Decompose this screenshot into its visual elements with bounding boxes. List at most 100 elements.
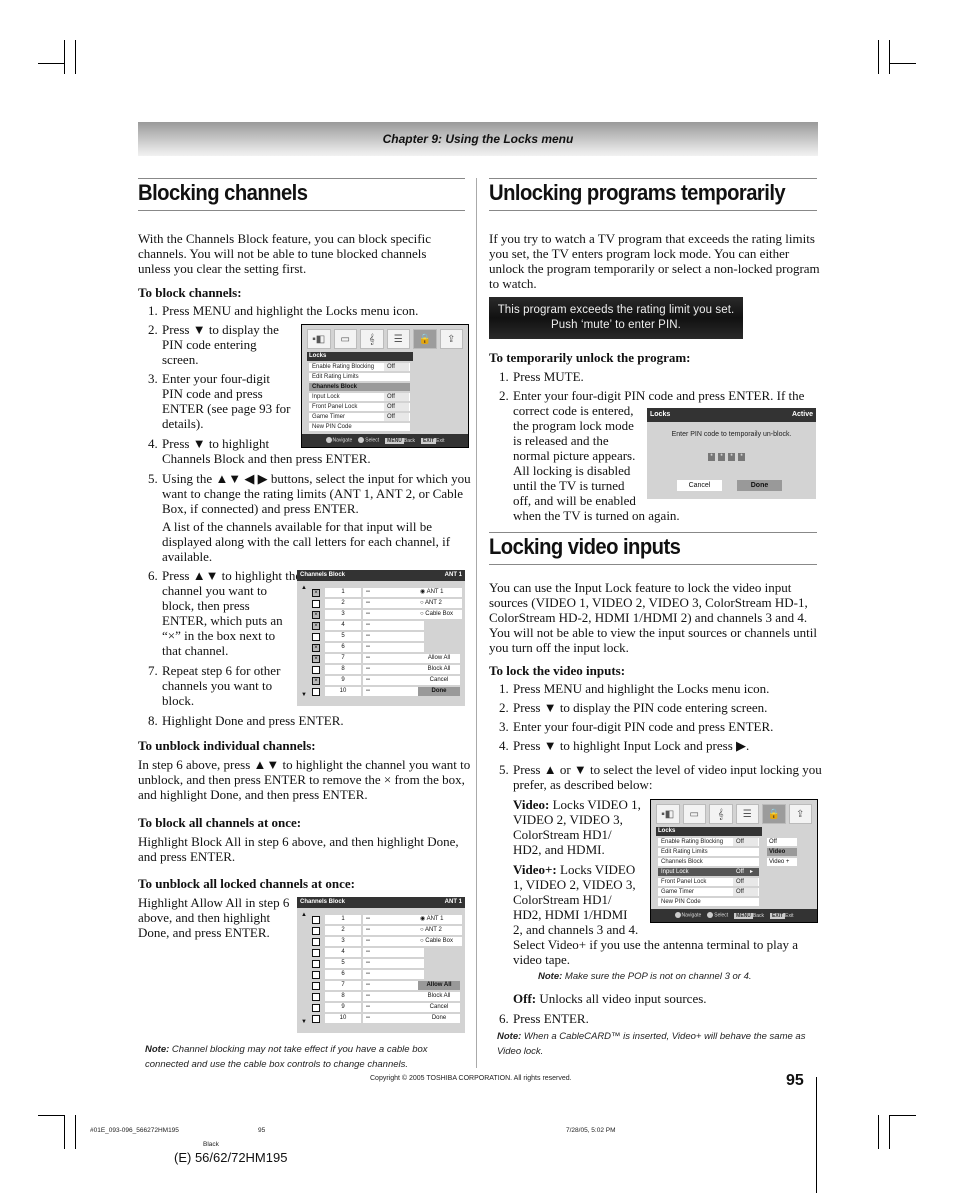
audio-icon[interactable]: ▭ — [682, 804, 706, 824]
action-button-block-all[interactable]: Block All — [418, 992, 460, 1001]
navigate-label: Navigate — [681, 912, 702, 919]
pin-digit[interactable]: * — [718, 453, 725, 461]
channel-checkbox[interactable] — [312, 1015, 320, 1023]
channel-checkbox[interactable] — [312, 993, 320, 1001]
action-button-allow-all[interactable]: Allow All — [418, 981, 460, 990]
pin-input[interactable]: * * * * — [708, 453, 745, 461]
pin-digit[interactable]: * — [708, 453, 715, 461]
step-text-line: Press ▼ to display the PIN code entering… — [513, 700, 768, 715]
music-icon[interactable]: 𝄞 — [709, 804, 733, 824]
menu-item[interactable]: Input Lock Off — [309, 393, 410, 401]
note-text-2: connected and use the cable box controls… — [145, 1059, 409, 1070]
channel-checkbox[interactable]: × — [312, 644, 320, 652]
input-option-label: ANT 2 — [424, 600, 442, 606]
menu-item[interactable]: Edit Rating Limits — [309, 373, 410, 381]
title-rule-top — [489, 178, 817, 179]
action-button-done[interactable]: Done — [418, 1014, 460, 1023]
applications-icon[interactable]: ⇪ — [439, 329, 463, 349]
off-label: Off: — [513, 991, 537, 1006]
channel-checkbox[interactable]: × — [312, 677, 320, 685]
select-label: Select — [365, 437, 380, 444]
applications-icon[interactable]: ⇪ — [788, 804, 812, 824]
pin-cancel-button[interactable]: Cancel — [677, 480, 722, 491]
pin-digit[interactable]: * — [728, 453, 735, 461]
input-option[interactable]: ◉ ANT 1 — [418, 915, 462, 924]
step-text-line: want to change the rating limits (ANT 1,… — [162, 486, 463, 501]
channel-checkbox[interactable] — [312, 938, 320, 946]
action-button-cancel[interactable]: Cancel — [418, 676, 460, 685]
menu-item[interactable]: New PIN Code — [658, 898, 759, 906]
input-lock-option[interactable]: Video + — [767, 858, 797, 866]
banner-line-1: This program exceeds the rating limit yo… — [497, 304, 735, 316]
menu-item[interactable]: Front Panel Lock Off — [658, 878, 759, 886]
channel-checkbox[interactable] — [312, 600, 320, 608]
channel-number: 9 — [325, 676, 361, 685]
channels-block-header: Channels Block ANT 1 — [297, 570, 465, 581]
to-block-heading: To block channels: — [138, 285, 242, 300]
menu-item[interactable]: Input Lock Off ▸ — [658, 868, 759, 876]
channel-checkbox[interactable] — [312, 982, 320, 990]
audio-icon[interactable]: ▭ — [333, 329, 357, 349]
channel-checkbox[interactable] — [312, 633, 320, 641]
action-button-cancel[interactable]: Cancel — [418, 1003, 460, 1012]
input-lock-option[interactable]: Off — [767, 838, 797, 846]
lock-icon[interactable]: 🔒 — [762, 804, 786, 824]
menu-item[interactable]: Front Panel Lock Off — [309, 403, 410, 411]
channel-number: 7 — [325, 654, 361, 663]
text-line: and highlight Done, and then press ENTER… — [138, 787, 368, 802]
channel-checkbox[interactable] — [312, 1004, 320, 1012]
channel-checkbox[interactable] — [312, 916, 320, 924]
channel-checkbox[interactable]: × — [312, 622, 320, 630]
menu-item[interactable]: Game Timer Off — [658, 888, 759, 896]
input-option[interactable]: ○ ANT 2 — [418, 599, 462, 608]
input-lock-option[interactable]: Video — [767, 848, 797, 856]
channel-checkbox[interactable] — [312, 960, 320, 968]
picture-icon[interactable]: ▪◧ — [307, 329, 331, 349]
channel-checkbox[interactable] — [312, 927, 320, 935]
text-line: unlock the program temporarily or select… — [489, 261, 820, 276]
channel-checkbox[interactable]: × — [312, 655, 320, 663]
channel-checkbox[interactable] — [312, 688, 320, 696]
list-item: 5. Using the ▲▼ ◀ ▶ buttons, select the i… — [148, 471, 471, 516]
scroll-up-icon[interactable]: ▲ — [301, 912, 307, 918]
lock-icon[interactable]: 🔒 — [413, 329, 437, 349]
chapter-header: Chapter 9: Using the Locks menu — [138, 122, 818, 156]
music-icon[interactable]: 𝄞 — [360, 329, 384, 349]
input-option[interactable]: ◉ ANT 1 — [418, 588, 462, 597]
input-option-label: ANT 1 — [426, 916, 444, 922]
scroll-up-icon[interactable]: ▲ — [301, 585, 307, 591]
channel-checkbox[interactable] — [312, 971, 320, 979]
back-hint: MENU Back — [385, 437, 415, 444]
action-button-done[interactable]: Done — [418, 687, 460, 696]
menu-item[interactable]: Edit Rating Limits — [658, 848, 759, 856]
pin-digit[interactable]: * — [738, 453, 745, 461]
pin-done-button[interactable]: Done — [737, 480, 782, 491]
menu-item[interactable]: Channels Block — [309, 383, 410, 391]
channel-checkbox[interactable] — [312, 666, 320, 674]
setup-icon[interactable]: ☰ — [386, 329, 410, 349]
channel-checkbox[interactable] — [312, 949, 320, 957]
picture-icon[interactable]: ▪◧ — [656, 804, 680, 824]
action-button-block-all[interactable]: Block All — [418, 665, 460, 674]
unblock-individual-heading: To unblock individual channels: — [138, 738, 316, 753]
input-option[interactable]: ○ Cable Box — [418, 937, 462, 946]
channel-call-letters: -- — [363, 959, 424, 968]
menu-item[interactable]: Enable Rating Blocking Off — [309, 363, 410, 371]
setup-icon[interactable]: ☰ — [735, 804, 759, 824]
scroll-down-icon[interactable]: ▼ — [301, 1019, 307, 1025]
channel-checkbox[interactable]: × — [312, 589, 320, 597]
input-option[interactable]: ○ Cable Box — [418, 610, 462, 619]
menu-item[interactable]: Enable Rating Blocking Off — [658, 838, 759, 846]
channel-checkbox[interactable]: × — [312, 611, 320, 619]
scroll-down-icon[interactable]: ▼ — [301, 692, 307, 698]
block-all-heading: To block all channels at once: — [138, 815, 302, 830]
menu-item[interactable]: New PIN Code — [309, 423, 410, 431]
channel-call-letters: -- — [363, 992, 424, 1001]
channel-call-letters: -- — [363, 1003, 424, 1012]
text-line: you set, the TV enters program lock mode… — [489, 246, 790, 261]
action-button-allow-all[interactable]: Allow All — [418, 654, 460, 663]
menu-item-label: Edit Rating Limits — [661, 849, 708, 855]
input-option[interactable]: ○ ANT 2 — [418, 926, 462, 935]
menu-item[interactable]: Channels Block — [658, 858, 759, 866]
menu-item[interactable]: Game Timer Off — [309, 413, 410, 421]
